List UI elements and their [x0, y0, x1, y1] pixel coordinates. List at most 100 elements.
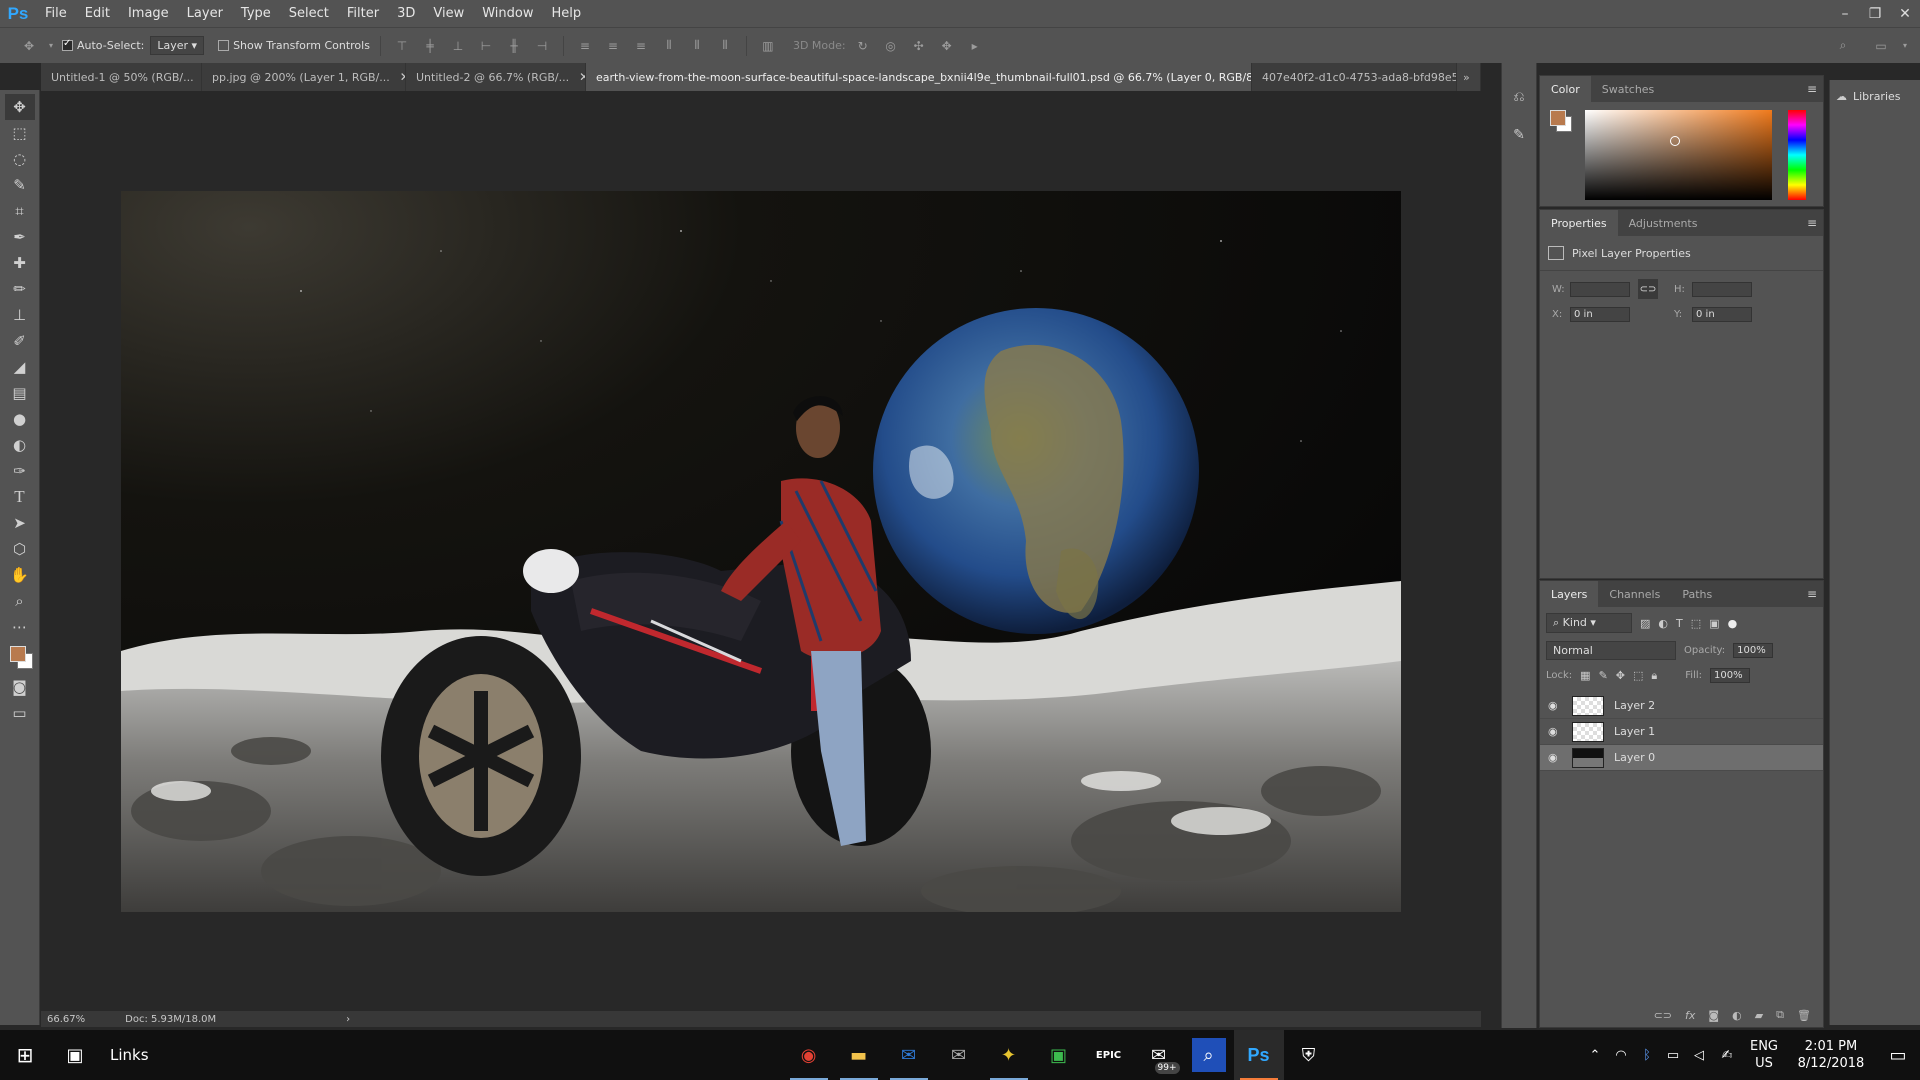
- eye-icon[interactable]: ◉: [1548, 751, 1562, 764]
- filter-pixel-icon[interactable]: ▨: [1640, 617, 1650, 630]
- chrome-icon[interactable]: ◉: [784, 1030, 834, 1080]
- game-app-icon[interactable]: ✦: [984, 1030, 1034, 1080]
- healing-tool-icon[interactable]: ✚: [5, 250, 35, 276]
- x-field[interactable]: 0 in: [1570, 307, 1630, 322]
- marquee-tool-icon[interactable]: ⬚: [5, 120, 35, 146]
- workspace-icon[interactable]: ▭: [1870, 35, 1892, 57]
- align-right-icon[interactable]: ⊣: [531, 35, 553, 57]
- brush-tool-icon[interactable]: ✏: [5, 276, 35, 302]
- new-group-icon[interactable]: ▰: [1755, 1009, 1763, 1022]
- screen-mode-icon[interactable]: ▭: [5, 700, 35, 726]
- menu-window[interactable]: Window: [473, 0, 542, 27]
- photoshop-taskbar-icon[interactable]: Ps: [1233, 1030, 1284, 1080]
- chevron-down-icon[interactable]: ▾: [1898, 35, 1912, 57]
- panel-menu-icon[interactable]: ≡: [1807, 82, 1817, 96]
- history-panel-icon[interactable]: ⎌: [1507, 85, 1531, 109]
- lasso-tool-icon[interactable]: ◌: [5, 146, 35, 172]
- 3d-scale-icon[interactable]: ▸: [964, 35, 986, 57]
- chevron-up-icon[interactable]: ⌃: [1582, 1030, 1608, 1080]
- task-view-icon[interactable]: ▣: [50, 1030, 100, 1080]
- eyedropper-tool-icon[interactable]: ✒: [5, 224, 35, 250]
- tab-untitled-2[interactable]: Untitled-2 @ 66.7% (RGB/... ✕: [406, 63, 586, 91]
- align-left-icon[interactable]: ⊢: [475, 35, 497, 57]
- tab-layers[interactable]: Layers: [1540, 581, 1599, 607]
- outlook-icon[interactable]: ✉: [884, 1030, 934, 1080]
- fx-icon[interactable]: fx: [1685, 1009, 1695, 1022]
- restore-icon[interactable]: ❐: [1860, 0, 1890, 27]
- align-vcenter-icon[interactable]: ╪: [419, 35, 441, 57]
- foreground-color-swatch[interactable]: [9, 646, 26, 662]
- crop-tool-icon[interactable]: ⌗: [5, 198, 35, 224]
- tab-properties[interactable]: Properties: [1540, 210, 1618, 236]
- zoom-level[interactable]: 66.67%: [47, 1014, 85, 1025]
- zoom-tool-icon[interactable]: ⌕: [5, 588, 35, 614]
- lock-image-icon[interactable]: ✎: [1599, 669, 1608, 682]
- filter-toggle-icon[interactable]: ●: [1728, 617, 1738, 630]
- kind-filter-dropdown[interactable]: ⌕ Kind ▾: [1546, 613, 1632, 633]
- panel-menu-icon[interactable]: ≡: [1807, 216, 1817, 230]
- panel-menu-icon[interactable]: ≡: [1807, 587, 1817, 601]
- epic-games-icon[interactable]: EPIC: [1084, 1030, 1134, 1080]
- path-select-tool-icon[interactable]: ➤: [5, 510, 35, 536]
- lock-position-icon[interactable]: ✥: [1616, 669, 1625, 682]
- menu-file[interactable]: File: [36, 0, 76, 27]
- fill-field[interactable]: 100%: [1710, 668, 1751, 683]
- menu-view[interactable]: View: [424, 0, 473, 27]
- filter-type-icon[interactable]: T: [1676, 617, 1683, 630]
- shape-tool-icon[interactable]: ⬡: [5, 536, 35, 562]
- add-mask-icon[interactable]: ◙: [1708, 1009, 1719, 1022]
- 3d-pan-icon[interactable]: ✣: [908, 35, 930, 57]
- eye-icon[interactable]: ◉: [1548, 699, 1562, 712]
- lock-transparent-icon[interactable]: ▦: [1580, 669, 1590, 682]
- menu-help[interactable]: Help: [543, 0, 591, 27]
- auto-align-icon[interactable]: ▥: [757, 35, 779, 57]
- menu-layer[interactable]: Layer: [178, 0, 232, 27]
- h-field[interactable]: [1692, 282, 1752, 297]
- menu-type[interactable]: Type: [232, 0, 280, 27]
- layer-row-layer-1[interactable]: ◉ Layer 1: [1540, 719, 1823, 745]
- menu-edit[interactable]: Edit: [76, 0, 119, 27]
- auto-select-dropdown[interactable]: Layer ▾: [150, 36, 205, 55]
- eye-icon[interactable]: ◉: [1548, 725, 1562, 738]
- volume-icon[interactable]: ◁: [1686, 1030, 1712, 1080]
- dodge-tool-icon[interactable]: ◐: [5, 432, 35, 458]
- document-canvas[interactable]: [121, 191, 1401, 912]
- language-indicator[interactable]: ENG US: [1742, 1038, 1786, 1072]
- filter-smart-object-icon[interactable]: ▣: [1709, 617, 1719, 630]
- security-shield-icon[interactable]: ⛨: [1284, 1030, 1334, 1080]
- more-tools-icon[interactable]: ⋯: [5, 614, 35, 640]
- history-brush-tool-icon[interactable]: ✐: [5, 328, 35, 354]
- tab-pp[interactable]: pp.jpg @ 200% (Layer 1, RGB/...✕: [202, 63, 406, 91]
- lock-all-icon[interactable]: 🔒︎: [1651, 669, 1657, 683]
- bluetooth-icon[interactable]: ᛒ: [1634, 1030, 1660, 1080]
- color-swatches[interactable]: [5, 640, 35, 674]
- stamp-tool-icon[interactable]: ⊥: [5, 302, 35, 328]
- battery-icon[interactable]: ▭: [1660, 1030, 1686, 1080]
- align-bottom-icon[interactable]: ⊥: [447, 35, 469, 57]
- color-picker-cursor[interactable]: [1670, 136, 1680, 146]
- blur-tool-icon[interactable]: ●: [5, 406, 35, 432]
- distribute-left-icon[interactable]: ⦀: [658, 35, 680, 57]
- saturation-brightness-field[interactable]: [1585, 110, 1772, 200]
- filter-shape-icon[interactable]: ⬚: [1691, 617, 1701, 630]
- adjustment-layer-icon[interactable]: ◐: [1732, 1009, 1742, 1022]
- close-icon[interactable]: ✕: [1890, 0, 1920, 27]
- upwork-icon[interactable]: ▣: [1034, 1030, 1084, 1080]
- windows-start-icon[interactable]: ⊞: [0, 1030, 50, 1080]
- menu-3d[interactable]: 3D: [388, 0, 424, 27]
- quick-mask-icon[interactable]: ◙: [5, 674, 35, 700]
- filter-adjustment-icon[interactable]: ◐: [1658, 617, 1668, 630]
- hue-slider[interactable]: [1788, 110, 1806, 200]
- distribute-hcenter-icon[interactable]: ⦀: [686, 35, 708, 57]
- show-transform-checkbox[interactable]: Show Transform Controls: [218, 39, 370, 52]
- search-app-icon[interactable]: ⌕: [1191, 1038, 1226, 1072]
- hand-tool-icon[interactable]: ✋: [5, 562, 35, 588]
- pen-tool-icon[interactable]: ✑: [5, 458, 35, 484]
- wifi-icon[interactable]: ◠: [1608, 1030, 1634, 1080]
- trash-icon[interactable]: 🗑︎: [1797, 1009, 1811, 1022]
- tab-untitled-1[interactable]: Untitled-1 @ 50% (RGB/...✕: [41, 63, 202, 91]
- layer-row-layer-0[interactable]: ◉ Layer 0: [1540, 745, 1823, 771]
- new-layer-icon[interactable]: ⧉: [1776, 1008, 1784, 1022]
- move-tool-icon[interactable]: ✥: [4, 94, 35, 120]
- 3d-roll-icon[interactable]: ◎: [880, 35, 902, 57]
